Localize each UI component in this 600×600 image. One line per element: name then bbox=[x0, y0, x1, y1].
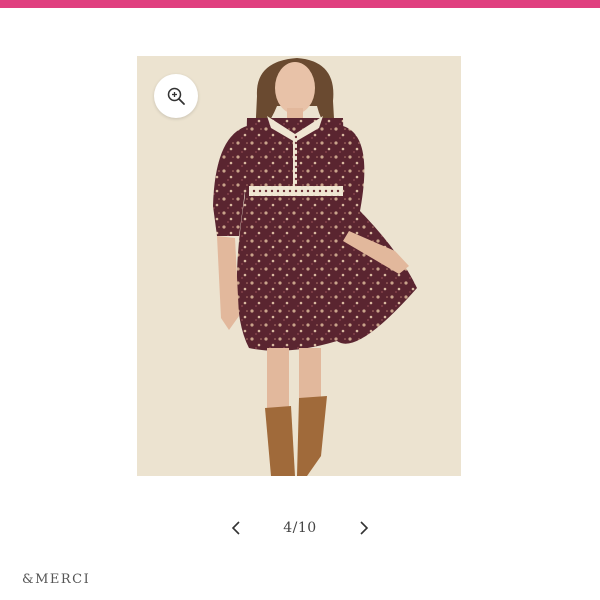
magnifier-plus-icon bbox=[167, 87, 185, 105]
top-accent-bar bbox=[0, 0, 600, 8]
chevron-left-icon bbox=[231, 521, 240, 535]
previous-image-button[interactable] bbox=[220, 512, 252, 544]
image-pager: 4/10 bbox=[220, 512, 380, 544]
product-photo bbox=[137, 56, 461, 476]
zoom-button[interactable] bbox=[154, 74, 198, 118]
brand-logo[interactable]: &MERCI bbox=[22, 572, 90, 587]
product-page: 4/10 &MERCI bbox=[0, 0, 600, 600]
image-counter: 4/10 bbox=[283, 520, 317, 536]
chevron-right-icon bbox=[360, 521, 369, 535]
next-image-button[interactable] bbox=[348, 512, 380, 544]
product-image[interactable] bbox=[137, 56, 461, 476]
